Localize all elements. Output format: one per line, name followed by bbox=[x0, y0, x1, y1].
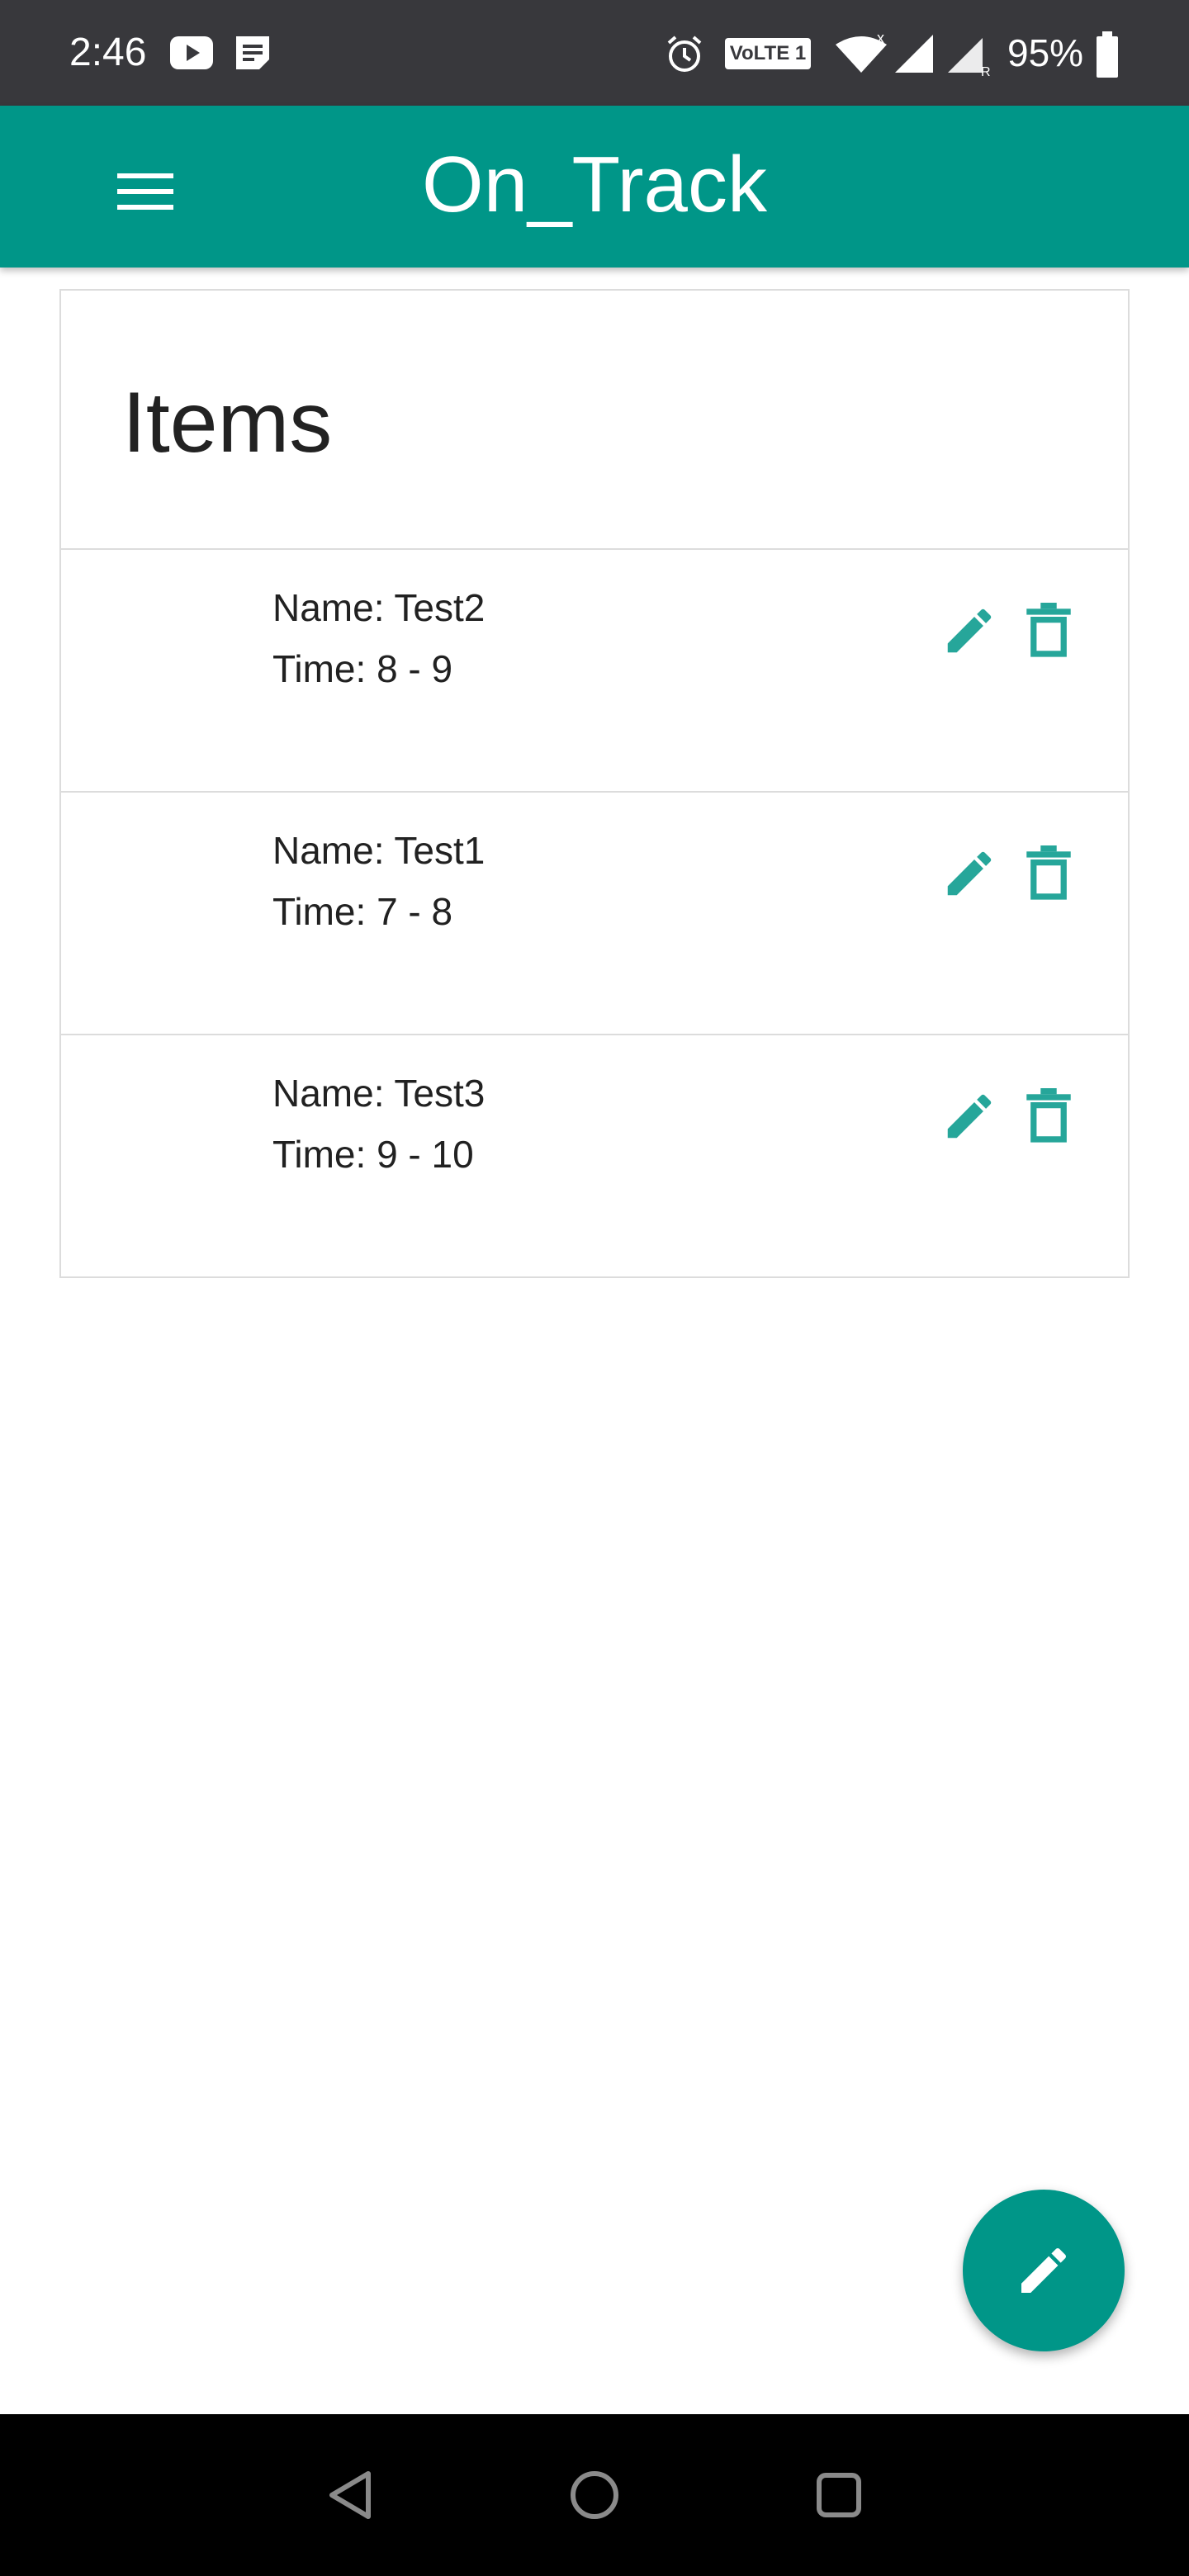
trash-icon bbox=[1026, 603, 1071, 657]
items-card: Items Name: Test2 Time: 8 - 9 Name: Test… bbox=[59, 289, 1130, 1278]
delete-button[interactable] bbox=[1016, 598, 1082, 664]
svg-text:R: R bbox=[981, 65, 991, 76]
svg-text:x: x bbox=[877, 33, 884, 46]
item-name: Name: Test1 bbox=[272, 829, 486, 872]
item-name: Name: Test3 bbox=[272, 1072, 486, 1115]
home-circle-icon bbox=[571, 2471, 618, 2519]
item-time: Time: 8 - 9 bbox=[272, 647, 453, 690]
home-button[interactable] bbox=[553, 2454, 636, 2536]
youtube-icon bbox=[170, 36, 213, 73]
delete-button[interactable] bbox=[1016, 841, 1082, 907]
battery-percent: 95% bbox=[1007, 31, 1084, 74]
notes-icon bbox=[233, 33, 272, 77]
recents-square-icon bbox=[817, 2473, 861, 2517]
add-item-fab[interactable] bbox=[963, 2190, 1125, 2351]
list-item[interactable]: Name: Test1 Time: 7 - 8 bbox=[61, 791, 1128, 1035]
battery-icon bbox=[1095, 31, 1120, 82]
pencil-icon bbox=[947, 851, 992, 896]
card-title: Items bbox=[122, 375, 333, 471]
pencil-icon bbox=[947, 1094, 992, 1139]
pencil-icon bbox=[947, 608, 992, 653]
back-triangle-icon bbox=[329, 2471, 371, 2519]
wifi-icon: x bbox=[834, 30, 888, 78]
recents-button[interactable] bbox=[798, 2454, 880, 2536]
status-time: 2:46 bbox=[69, 31, 147, 74]
app-bar: On_Track bbox=[0, 106, 1189, 268]
signal-roaming-icon: R bbox=[946, 33, 992, 80]
app-title: On_Track bbox=[422, 140, 767, 229]
item-time: Time: 7 - 8 bbox=[272, 890, 453, 933]
alarm-icon bbox=[664, 33, 705, 78]
delete-button[interactable] bbox=[1016, 1083, 1082, 1149]
list-item[interactable]: Name: Test2 Time: 8 - 9 bbox=[61, 548, 1128, 793]
navigation-bar bbox=[0, 2414, 1189, 2576]
back-button[interactable] bbox=[309, 2454, 391, 2536]
edit-button[interactable] bbox=[936, 1083, 1002, 1149]
volte-badge: VoLTE 1 bbox=[725, 38, 811, 69]
item-time: Time: 9 - 10 bbox=[272, 1133, 474, 1176]
trash-icon bbox=[1026, 845, 1071, 900]
edit-button[interactable] bbox=[936, 841, 1002, 907]
pencil-icon bbox=[1021, 2247, 1067, 2293]
trash-icon bbox=[1026, 1088, 1071, 1143]
signal-icon bbox=[893, 33, 935, 78]
status-bar: 2:46 VoLTE 1 x R 95% bbox=[0, 0, 1189, 106]
item-name: Name: Test2 bbox=[272, 586, 486, 629]
list-item[interactable]: Name: Test3 Time: 9 - 10 bbox=[61, 1034, 1128, 1278]
edit-button[interactable] bbox=[936, 598, 1002, 664]
